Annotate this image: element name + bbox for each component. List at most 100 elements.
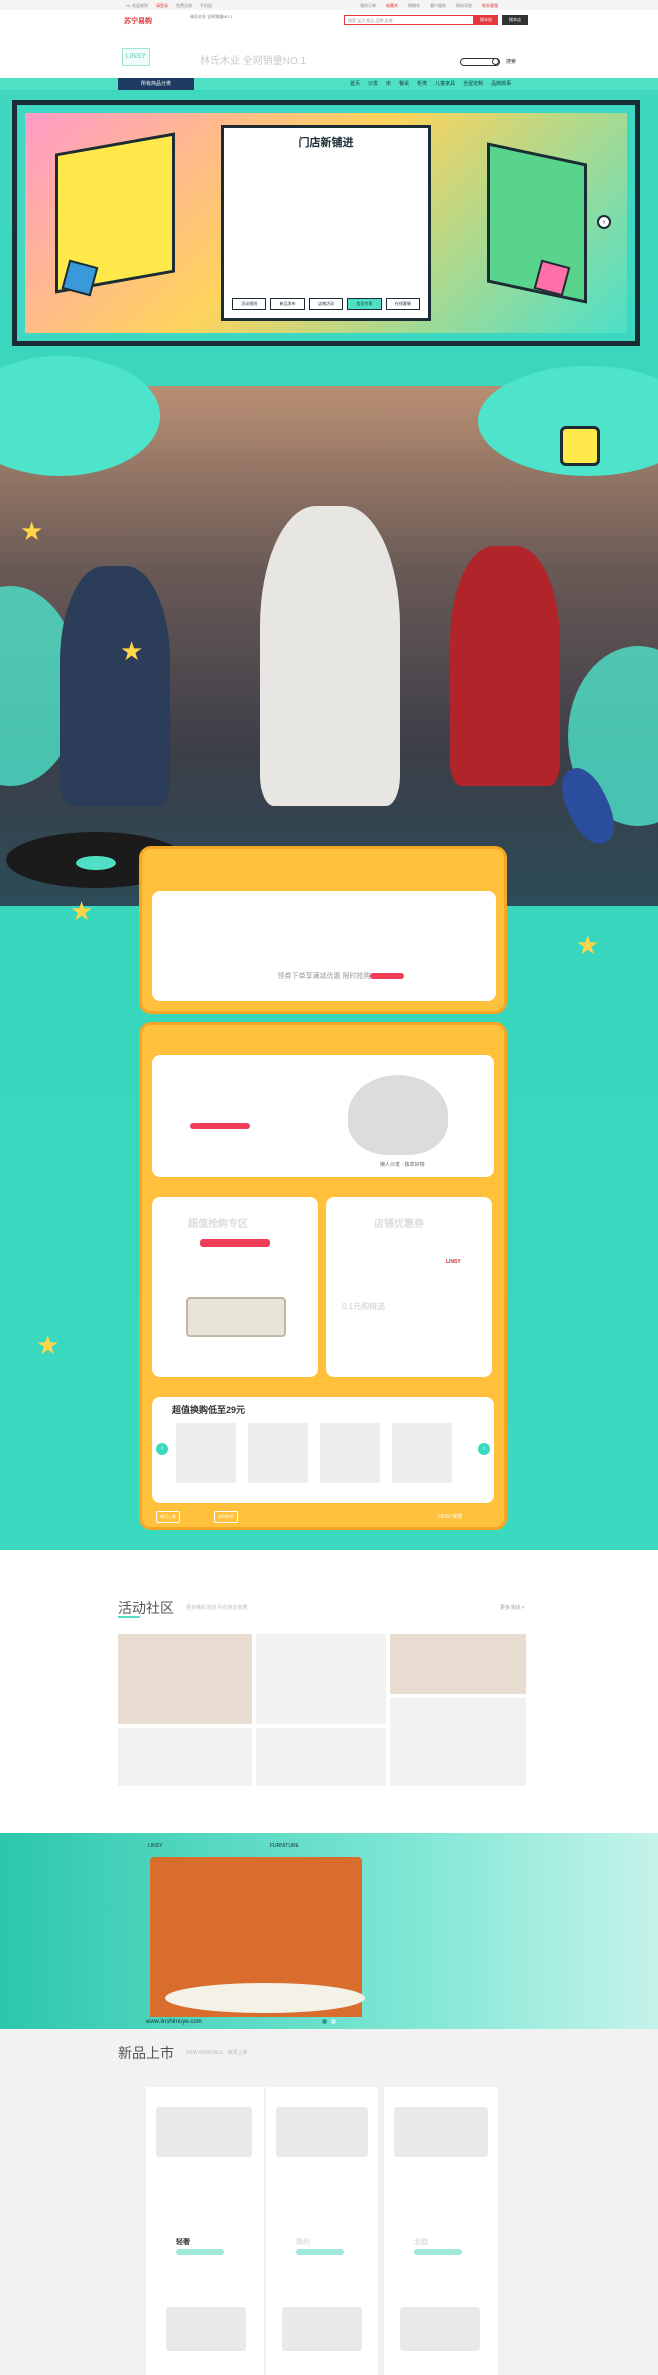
promo-stage [165,1983,365,2013]
banner-tabs: 活动规则 新品发布 店铺活动 会员专享 在线客服 [232,298,421,310]
flash-deal-price-badge [200,1239,270,1247]
top-utility-bar: Hi, 欢迎来到 请登录 免费注册 手机逛 我的订单 收藏夹 购物车 客户服务 … [0,0,658,10]
carousel-thumb[interactable] [392,1423,452,1483]
star-icon: ★ [120,636,144,666]
coupon-card[interactable]: 领券下单享满减优惠 限时抢购 [152,891,496,1001]
community-tile[interactable] [390,1698,526,1786]
promo-label-right: FURNITURE [270,1843,299,1849]
store-nav: 所有商品分类 首页 沙发 床 餐桌 柜类 儿童家具 全屋定制 品牌故事 [0,78,658,90]
community-tile[interactable] [118,1728,252,1786]
new-arrivals-title: 新品上市 [118,2045,174,2061]
carousel-thumb[interactable] [176,1423,236,1483]
nav-item-story[interactable]: 品牌故事 [491,78,511,90]
promo-dot[interactable] [322,2019,327,2024]
product-image [166,2307,246,2351]
product-card[interactable]: 简约 [266,2087,378,2375]
nav-item-kids[interactable]: 儿童家具 [435,78,455,90]
store-slogan: 林氏木业 全网销量NO.1 [200,56,307,67]
community-tile[interactable] [256,1634,386,1724]
beanbag-card[interactable]: 懒人沙发 · 独享好物 [152,1055,494,1177]
coupon-badge [370,973,404,979]
nav-items: 首页 沙发 床 餐桌 柜类 儿童家具 全屋定制 品牌故事 [350,78,511,90]
banner-tab-events[interactable]: 店铺活动 [308,298,344,310]
nav-item-table[interactable]: 餐桌 [399,78,409,90]
coupon-panel: 领券下单享满减优惠 限时抢购 [139,846,507,1014]
top-banner[interactable]: 门店新铺进 活动规则 新品发布 店铺活动 会员专享 在线客服 › [12,100,640,346]
banner-tab-rules[interactable]: 活动规则 [232,298,267,310]
mobile-link[interactable]: 手机逛 [200,3,212,9]
community-section: 活动社区 更多精彩活动 尽在林氏家居 更多活动 > [0,1550,658,1833]
topbar-welcome: Hi, 欢迎来到 [126,3,148,8]
search-icon[interactable] [492,58,499,65]
community-tile[interactable] [390,1634,526,1694]
site-header: 苏宁易购 林氏木业 全网销量NO.1 搜索 宝贝 商品 品牌 店铺 搜本站 搜本… [0,10,658,34]
community-title: 活动社区 [118,1600,174,1616]
product-card[interactable]: 北欧 [384,2087,498,2375]
banner-tab-members[interactable]: 会员专享 [347,298,382,310]
carousel-card: 超值换购低至29元 ‹ › [152,1397,494,1503]
nav-item-bed[interactable]: 床 [386,78,391,90]
mall-logo[interactable]: 苏宁易购 [124,16,152,26]
flash-deal-card[interactable]: 超值抢购专区 [152,1197,318,1377]
search-store-button[interactable]: 搜本店 [502,15,528,25]
nav-item-home[interactable]: 首页 [350,78,360,90]
product-image [394,2107,488,2157]
service-link[interactable]: 客户服务 [430,3,446,9]
topbar-right-links: 我的订单 收藏夹 购物车 客户服务 网站导航 联系客服 [360,3,498,9]
community-tile[interactable] [256,1728,386,1786]
title-underline [118,1616,140,1618]
header-sub-link[interactable]: 林氏木业 全网销量NO.1 [190,14,232,19]
carousel-thumb[interactable] [248,1423,308,1483]
banner-tab-service[interactable]: 在线客服 [385,298,421,310]
search-site-button[interactable]: 搜本站 [474,15,498,25]
new-arrivals-section: 新品上市 NEW ARRIVALS · 每周上新 轻奢 简约 北欧 [0,2029,658,2375]
community-more-link[interactable]: 更多活动 > [500,1604,524,1611]
flash-sale-button[interactable]: 限时秒杀 [214,1511,238,1523]
beanbag-caption: 懒人沙发 · 独享好物 [380,1162,425,1168]
product-name: 简约 [296,2239,310,2246]
model-figure-center [260,506,400,806]
bed-image [186,1297,286,1337]
header-sub-links: 林氏木业 全网销量NO.1 [190,14,232,19]
cart-link[interactable]: 购物车 [408,3,420,9]
promo-url[interactable]: www.linshimuye.com [146,2019,202,2025]
wave-decoration [0,356,160,476]
carousel-next-icon[interactable]: › [478,1443,490,1455]
promo-dot[interactable] [331,2019,336,2024]
product-price [176,2249,224,2255]
beanbag-image [348,1075,448,1155]
carousel-thumb[interactable] [320,1423,380,1483]
product-name: 北欧 [414,2239,428,2246]
banner-next-arrow-icon[interactable]: › [597,215,611,229]
star-icon: ★ [576,930,600,960]
product-image [400,2307,480,2351]
star-icon: ★ [20,516,44,546]
store-logo[interactable]: LINSY [122,48,150,66]
promo-banner[interactable]: LINSY FURNITURE www.linshimuye.com [0,1833,658,2029]
store-search-label[interactable]: 搜索 [506,58,516,65]
login-link[interactable]: 请登录 [156,3,168,9]
sitemap-link[interactable]: 网站导航 [456,3,472,9]
favorites-link[interactable]: 收藏夹 [386,3,398,9]
contact-link[interactable]: 联系客服 [482,3,498,9]
nav-item-sofa[interactable]: 沙发 [368,78,378,90]
all-categories-button[interactable]: 所有商品分类 [118,78,194,90]
banner-title: 门店新铺进 [298,137,354,149]
orders-link[interactable]: 我的订单 [360,3,376,9]
product-card[interactable]: 轻奢 [146,2087,264,2375]
banner-info-card: 门店新铺进 活动规则 新品发布 店铺活动 会员专享 在线客服 [221,125,431,321]
community-subtitle: 更多精彩活动 尽在林氏家居 [186,1605,248,1611]
banner-tab-new[interactable]: 新品发布 [270,298,305,310]
nav-item-custom[interactable]: 全屋定制 [463,78,483,90]
store-coupon-card[interactable]: 店铺优惠券 LINSY 0.1元购精选 [326,1197,492,1377]
new-arrivals-subtitle: NEW ARRIVALS · 每周上新 [186,2050,248,2056]
search-input[interactable]: 搜索 宝贝 商品 品牌 店铺 [344,15,474,25]
coupon-text: 领券下单享满减优惠 限时抢购 [277,973,371,980]
daily-new-button[interactable]: 每日上新 [156,1511,180,1523]
community-tile[interactable] [118,1634,252,1724]
carousel-prev-icon[interactable]: ‹ [156,1443,168,1455]
register-link[interactable]: 免费注册 [176,3,192,9]
nav-item-cabinet[interactable]: 柜类 [417,78,427,90]
product-image [156,2107,252,2157]
store-coupon-sub: 0.1元购精选 [342,1302,386,1311]
